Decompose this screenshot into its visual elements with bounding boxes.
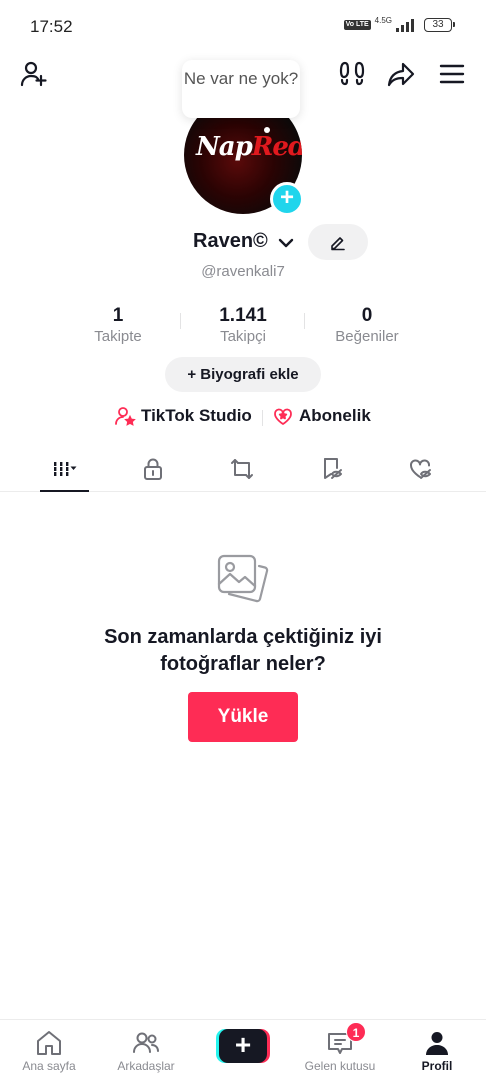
nav-profile-label: Profil [421,1059,453,1073]
stat-value: 0 [361,305,373,326]
stat-followers[interactable]: 1.141 Takipçi [183,305,303,347]
create-button[interactable]: + [216,1029,270,1063]
name-row: Raven© [0,224,486,260]
profile-icon [426,1032,448,1055]
add-avatar-button[interactable]: + [270,182,304,216]
nav-home-label: Ana sayfa [22,1059,76,1073]
stat-label: Beğeniler [335,328,399,345]
empty-state-message: Son zamanlarda çektiğiniz iyi fotoğrafla… [0,624,486,678]
nav-friends[interactable]: Arkadaşlar [98,1020,194,1080]
footprint-icon[interactable] [336,58,368,90]
tab-liked[interactable] [393,446,449,491]
upload-button[interactable]: Yükle [188,692,298,742]
display-name[interactable]: Raven© [193,230,268,253]
tab-videos[interactable] [36,446,92,491]
note-bubble-tail [264,127,270,133]
status-indicators: Vo LTE 4.5G 33 [343,16,455,32]
stat-label: Takipte [94,328,142,345]
subscription-label: Abonelik [299,406,371,425]
add-bio-button[interactable]: + Biyografi ekle [165,357,321,392]
note-bubble[interactable]: Ne var ne yok? [182,60,300,118]
bottom-nav: Ana sayfa Arkadaşlar + Gelen kutusu 1 Pr… [0,1019,486,1080]
bookmark-hidden-icon [324,457,342,479]
grid-icon [54,461,77,476]
tab-active-indicator [40,490,89,492]
repost-icon [231,458,253,479]
home-icon [37,1031,61,1055]
tiktok-studio-link[interactable]: TikTok Studio [114,405,252,427]
status-bar: 17:52 Vo LTE 4.5G 33 [0,0,486,52]
volte-badge: Vo LTE [343,20,371,30]
add-friend-icon[interactable] [18,58,50,90]
nav-inbox-label: Gelen kutusu [304,1059,376,1073]
nav-home[interactable]: Ana sayfa [1,1020,97,1080]
subscription-icon [274,408,292,425]
edit-profile-button[interactable] [308,224,368,260]
status-time: 17:52 [30,17,73,36]
tab-reposts[interactable] [214,446,270,491]
stat-likes[interactable]: 0 Beğeniler [307,305,427,347]
profile-links: TikTok Studio Abonelik [0,405,486,431]
stat-value: 1 [112,305,124,326]
battery-icon: 33 [424,18,455,32]
inbox-badge: 1 [346,1022,366,1042]
signal-icon [396,18,414,32]
avatar-logo: NapRed [196,132,302,162]
studio-icon [115,407,136,426]
lock-icon [144,458,162,480]
photos-icon [217,554,269,603]
tab-private[interactable] [125,446,181,491]
avatar-logo-part2: Red [251,132,302,162]
share-icon[interactable] [385,58,417,90]
pencil-icon [331,237,345,251]
subscription-link[interactable]: Abonelik [272,405,371,427]
stat-divider [180,313,181,329]
links-divider [262,410,263,426]
stats-row: 1 Takipte 1.141 Takipçi 0 Beğeniler [0,305,486,349]
chevron-down-icon[interactable] [277,234,295,252]
network-type: 4.5G [374,16,392,25]
nav-friends-label: Arkadaşlar [117,1059,175,1073]
liked-hidden-icon [410,458,431,479]
friends-icon [133,1032,159,1053]
content-tabs [0,446,486,492]
username: @ravenkali7 [201,263,285,280]
empty-state-line2: fotoğraflar neler? [160,653,326,675]
tiktok-studio-label: TikTok Studio [141,406,252,425]
empty-state-line1: Son zamanlarda çektiğiniz iyi [104,626,382,648]
nav-profile[interactable]: Profil [389,1020,485,1080]
tab-saved[interactable] [304,446,360,491]
avatar-logo-part1: Nap [196,132,253,162]
stat-following[interactable]: 1 Takipte [58,305,178,347]
nav-inbox[interactable]: Gelen kutusu [292,1020,388,1080]
stat-label: Takipçi [220,328,266,345]
plus-icon: + [219,1029,267,1063]
menu-icon[interactable] [436,58,468,90]
stat-divider [304,313,305,329]
stat-value: 1.141 [219,305,267,326]
